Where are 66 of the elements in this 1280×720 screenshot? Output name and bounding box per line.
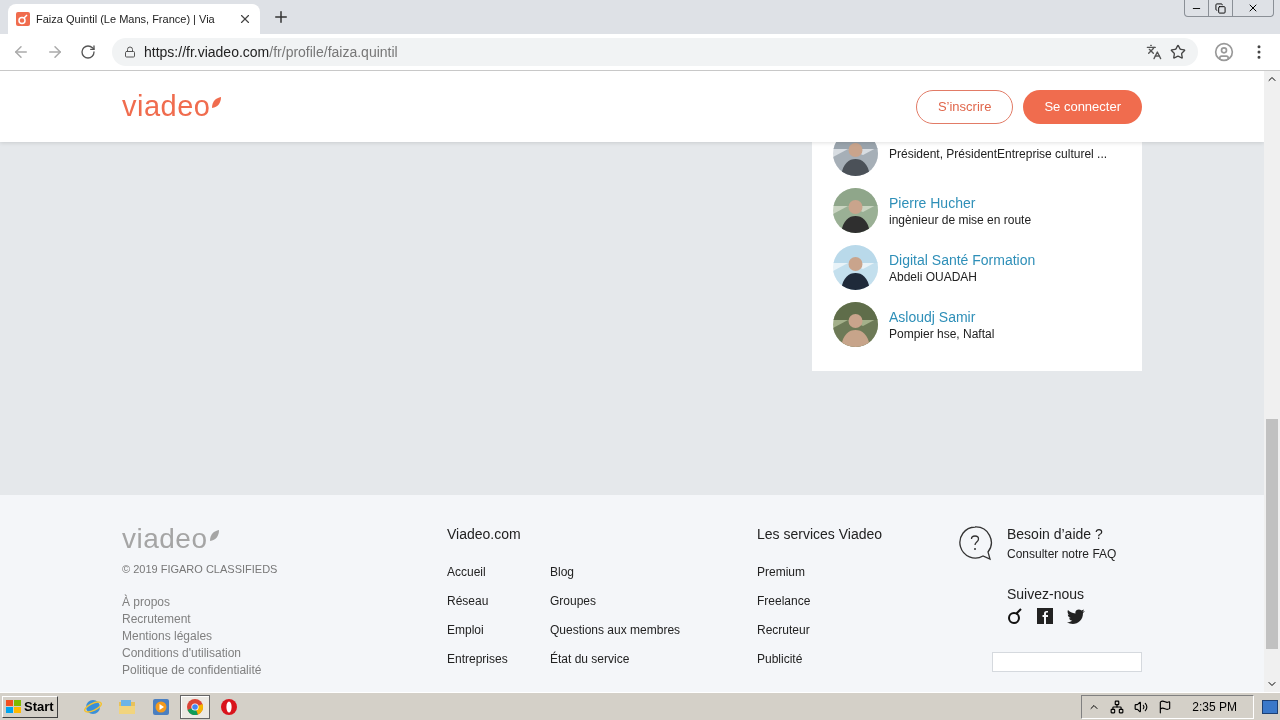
help-bubble-icon [957,525,993,561]
viadeo-favicon-icon [16,12,30,26]
signup-button[interactable]: S’inscrire [915,89,1014,124]
follow-heading: Suivez-nous [1007,585,1086,603]
scroll-thumb[interactable] [1266,419,1278,649]
new-tab-icon[interactable] [272,8,290,26]
close-icon[interactable] [238,12,252,26]
person-headline: Pompier hse, Naftal [889,325,995,342]
footer-heading: Viadeo.com [447,525,522,543]
footer-link[interactable]: Publicité [757,650,803,668]
globe-icon [83,697,102,716]
lock-icon [124,46,136,58]
viadeo-icon[interactable] [1007,608,1023,624]
footer-link[interactable]: Premium [757,563,805,581]
footer-link[interactable]: Accueil [447,563,486,581]
faq-link[interactable]: Consulter notre FAQ [1007,545,1117,563]
network-icon[interactable] [1110,699,1125,714]
scrollbar[interactable] [1264,71,1280,692]
person-headline: ingènieur de mise en route [889,211,1032,228]
bookmark-star-icon[interactable] [1170,44,1186,60]
footer-link[interactable]: Emploi [447,621,484,639]
opera-icon [219,697,238,716]
translate-icon[interactable] [1146,44,1162,60]
footer-link[interactable]: Réseau [447,592,489,610]
start-button[interactable]: Start [2,695,58,718]
footer-link[interactable]: État du service [550,650,630,668]
footer-link[interactable]: Recruteur [757,621,810,639]
legal-link[interactable]: Conditions d'utilisation [122,644,242,662]
person-name[interactable]: Pierre Hucher [889,193,1032,212]
person-headline: Abdeli OUADAH [889,268,979,285]
browser-tab[interactable]: Faiza Quintil (Le Mans, France) | Via [8,4,260,34]
tab-title: Faiza Quintil (Le Mans, France) | Via [36,11,216,27]
restore-icon[interactable] [1215,2,1226,14]
footer-link[interactable]: Entreprises [447,650,508,668]
legal-link[interactable]: Mentions légales [122,627,213,645]
clock[interactable]: 2:35 PM [1192,697,1237,716]
person-name[interactable]: Digital Santé Formation [889,250,1036,269]
taskbar-app[interactable] [179,694,210,719]
play-icon [151,697,170,716]
footer-link[interactable]: Freelance [757,592,811,610]
person-name[interactable]: Asloudj Samir [889,307,995,326]
person-headline: Président, PrésidentEntreprise culturel ... [889,145,1108,162]
leaf-icon [210,96,223,110]
flag-icon[interactable] [1158,699,1173,714]
footer-link[interactable]: Questions aux membres [550,621,681,639]
legal-link[interactable]: Recrutement [122,610,191,628]
close-icon[interactable] [1247,2,1259,14]
show-desktop-button[interactable] [1262,699,1278,714]
footer-link[interactable]: Groupes [550,592,597,610]
windows-logo-icon [6,699,22,714]
chrome-icon [185,697,204,716]
address-field[interactable]: https://fr.viadeo.com/fr/profile/faiza.quintil [112,38,1198,66]
legal-link[interactable]: Politique de confidentialité [122,661,262,679]
facebook-icon[interactable] [1037,608,1053,624]
leaf-icon [207,529,220,543]
footer-heading: Les services Viadeo [757,525,884,543]
copyright-text: © 2019 FIGARO CLASSIFIEDS [122,562,279,577]
volume-icon[interactable] [1134,699,1149,714]
profile-icon[interactable] [1214,42,1234,62]
bird-icon[interactable] [1067,608,1085,624]
footer-link[interactable]: Blog [550,563,575,581]
legal-link[interactable]: À propos [122,593,171,611]
reload-icon[interactable] [80,44,96,60]
folder-icon [117,698,136,715]
url-text: https://fr.viadeo.com/fr/profile/faiza.quintil [144,42,398,62]
help-heading: Besoin d’aide ? [1007,525,1104,543]
